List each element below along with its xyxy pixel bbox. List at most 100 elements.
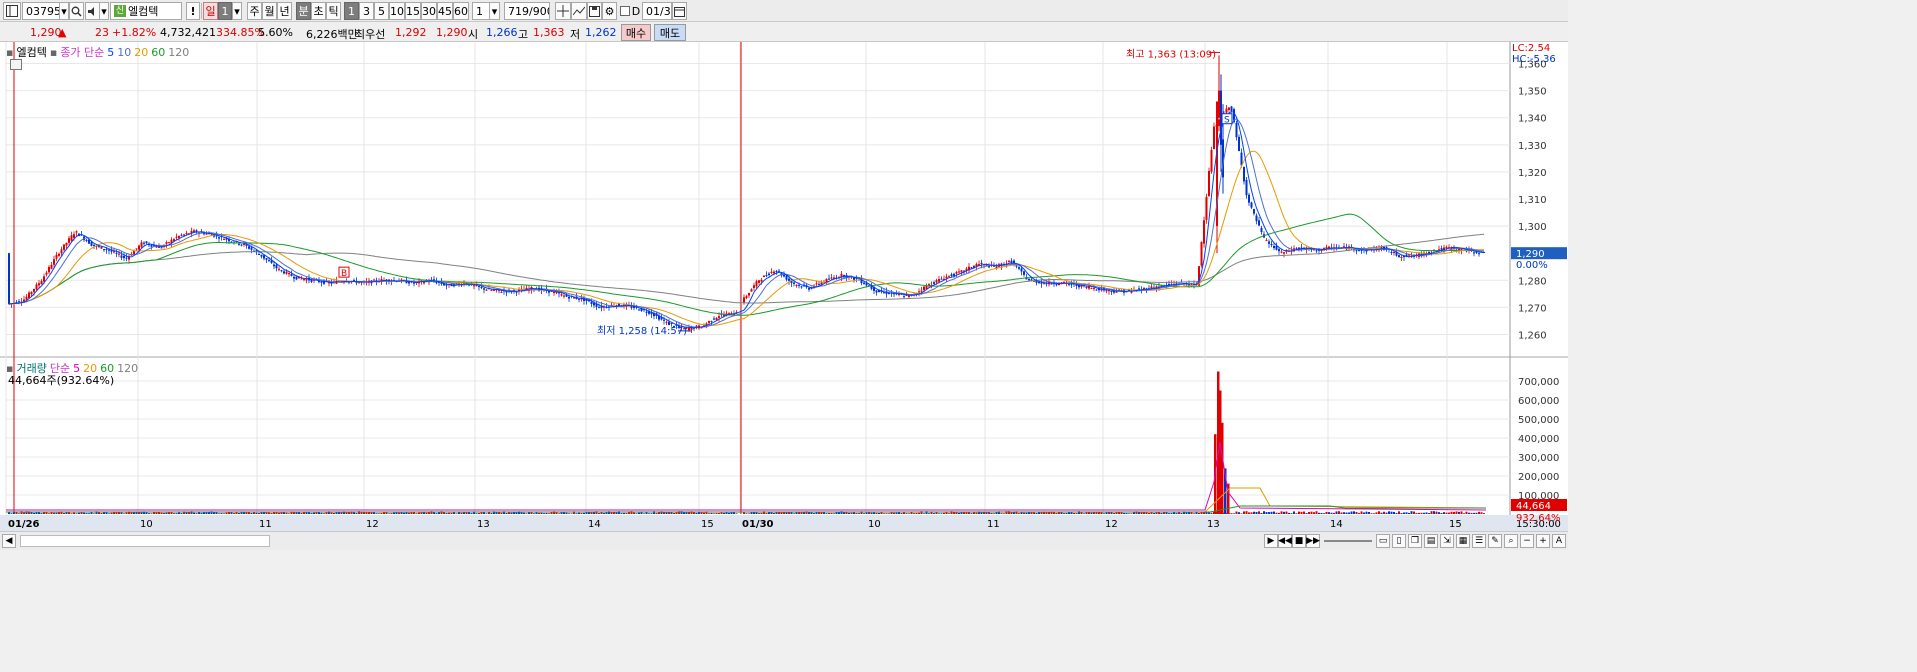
grid-icon[interactable]: ▦ bbox=[1456, 534, 1470, 548]
chart-canvas[interactable]: 1,3601,3501,3401,3301,3201,3101,3001,280… bbox=[0, 42, 1568, 531]
grid-config-icon[interactable] bbox=[10, 59, 22, 70]
price-tick-label: 1,330 bbox=[1518, 141, 1547, 152]
scroll-left-icon[interactable]: ◀ bbox=[2, 534, 16, 548]
volume-bars bbox=[8, 371, 1485, 514]
candle-body bbox=[1058, 283, 1060, 285]
interval-60-button[interactable]: 60 bbox=[453, 2, 469, 20]
speaker-dropdown-icon[interactable]: ▾ bbox=[99, 2, 109, 20]
sell-button[interactable]: 매도 bbox=[654, 24, 686, 41]
candle-body bbox=[40, 280, 43, 285]
interval-10-button[interactable]: 10 bbox=[389, 2, 405, 20]
copy-icon[interactable]: ❐ bbox=[1408, 534, 1422, 548]
data-count-field[interactable]: 719/900 bbox=[504, 2, 550, 20]
interval-1-button[interactable]: 1 bbox=[344, 2, 359, 20]
crosshair-icon[interactable] bbox=[555, 2, 571, 20]
zoom-out-icon[interactable]: − bbox=[1520, 534, 1534, 548]
volume-bar bbox=[268, 512, 270, 514]
custom-interval-input[interactable]: 1 bbox=[472, 2, 490, 20]
speaker-icon[interactable] bbox=[85, 2, 100, 20]
export-icon[interactable]: ⇲ bbox=[1440, 534, 1454, 548]
interval-dropdown-icon[interactable]: ▾ bbox=[489, 2, 500, 20]
settings-gear-icon[interactable]: ⚙ bbox=[602, 2, 617, 20]
volume-bar bbox=[683, 512, 685, 514]
buy-button[interactable]: 매수 bbox=[621, 24, 651, 41]
date-checkbox[interactable]: D bbox=[618, 2, 642, 20]
speed-slider[interactable] bbox=[1324, 540, 1372, 542]
candle-body bbox=[473, 285, 475, 287]
price-change: 23 bbox=[95, 26, 109, 39]
candle-body bbox=[100, 246, 103, 249]
volume-bar bbox=[1453, 511, 1455, 514]
candle-body bbox=[178, 235, 180, 238]
time-tick-label: 01/30 bbox=[742, 519, 774, 530]
candle-body bbox=[48, 266, 50, 273]
period-second-button[interactable]: 초 bbox=[311, 2, 326, 20]
fast-forward-icon[interactable]: ▶▶ bbox=[1306, 534, 1320, 548]
volume-bar bbox=[223, 513, 225, 514]
period-day-button[interactable]: 일 bbox=[203, 2, 218, 20]
volume-bar bbox=[320, 512, 323, 514]
period-tick-button[interactable]: 틱 bbox=[326, 2, 341, 20]
alert-icon[interactable]: ! bbox=[186, 2, 200, 20]
code-dropdown-icon[interactable]: ▾ bbox=[59, 2, 69, 20]
line-tool-icon[interactable] bbox=[571, 2, 587, 20]
interval-5-button[interactable]: 5 bbox=[374, 2, 389, 20]
period-week-button[interactable]: 주 bbox=[247, 2, 262, 20]
interval-30-button[interactable]: 30 bbox=[421, 2, 437, 20]
chart-area[interactable]: 1,360 1,350 1,340 1,330 1,320 1,310 1,300 1,280… bbox=[0, 42, 1568, 531]
stock-code-input[interactable]: 037950 bbox=[22, 2, 60, 20]
font-size-icon[interactable]: A bbox=[1552, 534, 1566, 548]
note-icon[interactable]: ✎ bbox=[1488, 534, 1502, 548]
volume-bar bbox=[1333, 512, 1335, 514]
print-icon[interactable]: ▤ bbox=[1424, 534, 1438, 548]
volume-bar bbox=[970, 513, 973, 514]
volume-bar bbox=[1405, 512, 1408, 514]
split-view-icon[interactable]: ▯ bbox=[1392, 534, 1406, 548]
rewind-icon[interactable]: ◀◀ bbox=[1278, 534, 1292, 548]
chart-scrollbar[interactable]: ◀ ▶ ◀◀ ■ ▶▶ ▭ ▯ ❐ ▤ ⇲ ▦ ☰ ✎ ⌕ − + A bbox=[0, 531, 1568, 550]
candle-body bbox=[1023, 271, 1025, 275]
volume-bar bbox=[10, 513, 13, 514]
calendar-icon[interactable] bbox=[672, 2, 687, 20]
stock-name-field[interactable]: 신 엘컴텍 bbox=[110, 2, 182, 20]
list-icon[interactable]: ☰ bbox=[1472, 534, 1486, 548]
volume-bar bbox=[1290, 513, 1293, 514]
zoom-fit-icon[interactable]: ▭ bbox=[1376, 534, 1390, 548]
candle-body bbox=[1105, 290, 1108, 292]
candle-body bbox=[568, 296, 570, 299]
period-month-button[interactable]: 월 bbox=[262, 2, 277, 20]
stop-icon[interactable]: ■ bbox=[1292, 534, 1306, 548]
candle-body bbox=[713, 318, 715, 320]
candle-body bbox=[1230, 106, 1233, 111]
volume-bar bbox=[625, 513, 628, 514]
save-icon[interactable] bbox=[587, 2, 602, 20]
period-day-count[interactable]: 1 bbox=[218, 2, 232, 20]
time-tick-label: 12 bbox=[366, 519, 379, 530]
layout-icon[interactable] bbox=[3, 2, 21, 20]
candle-body bbox=[1478, 253, 1480, 255]
scroll-thumb[interactable] bbox=[20, 535, 270, 547]
candle-body bbox=[70, 235, 73, 241]
volume-bar bbox=[133, 512, 135, 514]
scroll-right-icon[interactable]: ▶ bbox=[1264, 534, 1278, 548]
time-tick-label: 15 bbox=[1449, 519, 1462, 530]
date-input[interactable]: 01/30 bbox=[642, 2, 672, 20]
volume-bar bbox=[1455, 511, 1458, 514]
zoom-search-icon[interactable]: ⌕ bbox=[1504, 534, 1518, 548]
volume-bar bbox=[1088, 512, 1090, 514]
candle-body bbox=[180, 234, 183, 236]
interval-45-button[interactable]: 45 bbox=[437, 2, 453, 20]
interval-15-button[interactable]: 15 bbox=[405, 2, 421, 20]
period-dropdown-icon[interactable]: ▾ bbox=[232, 2, 242, 20]
volume-bar bbox=[620, 513, 623, 514]
candle-body bbox=[788, 278, 790, 281]
volume-bar bbox=[478, 512, 480, 514]
period-year-button[interactable]: 년 bbox=[277, 2, 292, 20]
candle-body bbox=[135, 248, 138, 250]
search-icon[interactable] bbox=[69, 2, 84, 20]
zoom-in-icon[interactable]: + bbox=[1536, 534, 1550, 548]
interval-3-button[interactable]: 3 bbox=[359, 2, 374, 20]
volume-bar bbox=[938, 513, 940, 514]
period-minute-button[interactable]: 분 bbox=[296, 2, 311, 20]
candle-body bbox=[18, 301, 20, 303]
